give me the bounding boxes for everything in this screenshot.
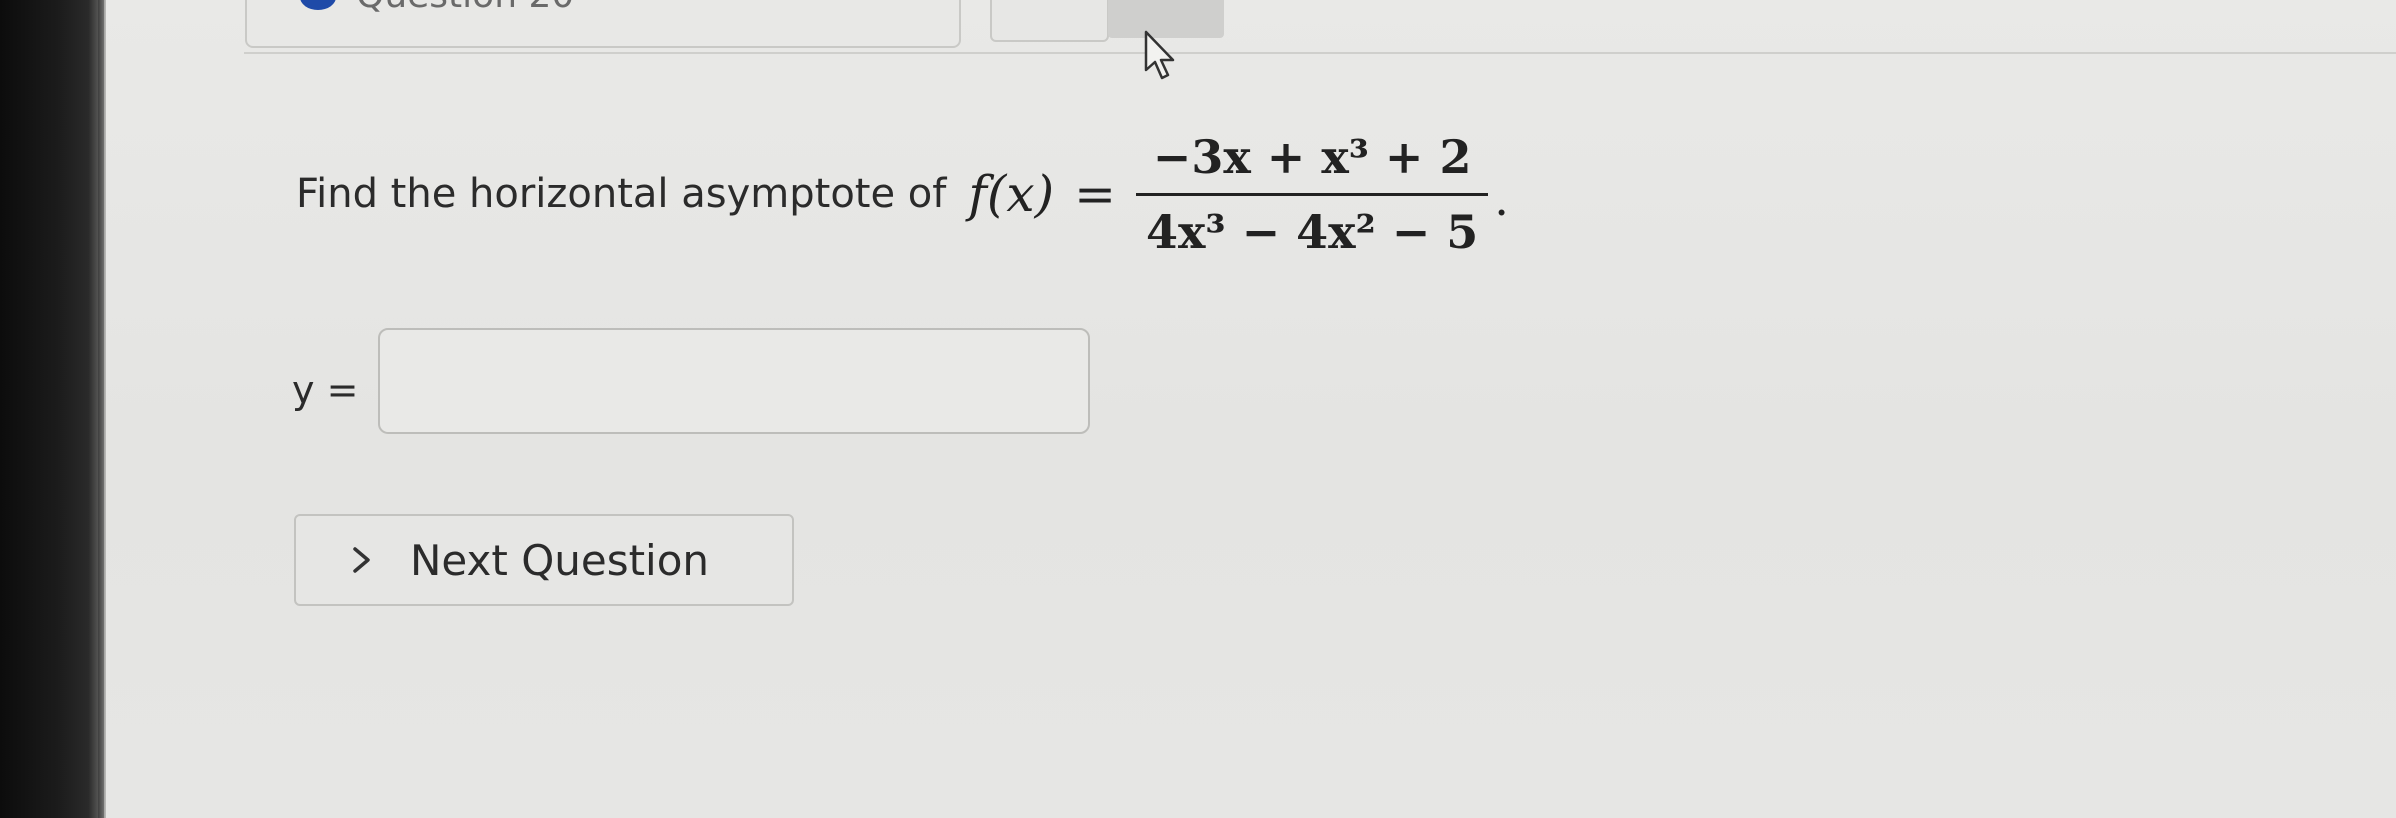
question-statement: Find the horizontal asymptote of f(x) = … [296, 114, 1509, 274]
question-tab[interactable] [245, 0, 961, 48]
question-tab-label: Question 20 [356, 0, 574, 14]
answer-input[interactable] [378, 328, 1090, 434]
function-expression: f(x) = −3x + x³ + 2 4x³ − 4x² − 5 . [968, 125, 1509, 264]
fraction-denominator: 4x³ − 4x² − 5 [1145, 204, 1479, 259]
equals-sign: = [1074, 165, 1116, 223]
next-question-button[interactable]: Next Question [294, 514, 794, 606]
monitor-bezel [0, 0, 104, 818]
fraction-numerator: −3x + x³ + 2 [1152, 129, 1472, 184]
mouse-cursor-icon [1144, 30, 1175, 80]
nav-tile[interactable] [990, 0, 1109, 42]
sentence-period: . [1494, 171, 1509, 226]
question-prompt: Find the horizontal asymptote of [296, 171, 947, 217]
answer-label: y = [292, 368, 359, 412]
fraction-bar [1135, 192, 1489, 196]
rational-function-fraction: −3x + x³ + 2 4x³ − 4x² − 5 [1135, 125, 1489, 264]
next-question-label: Next Question [410, 535, 710, 585]
function-name: f(x) [968, 165, 1055, 223]
chevron-right-icon [353, 547, 370, 573]
header-divider [244, 52, 2396, 54]
